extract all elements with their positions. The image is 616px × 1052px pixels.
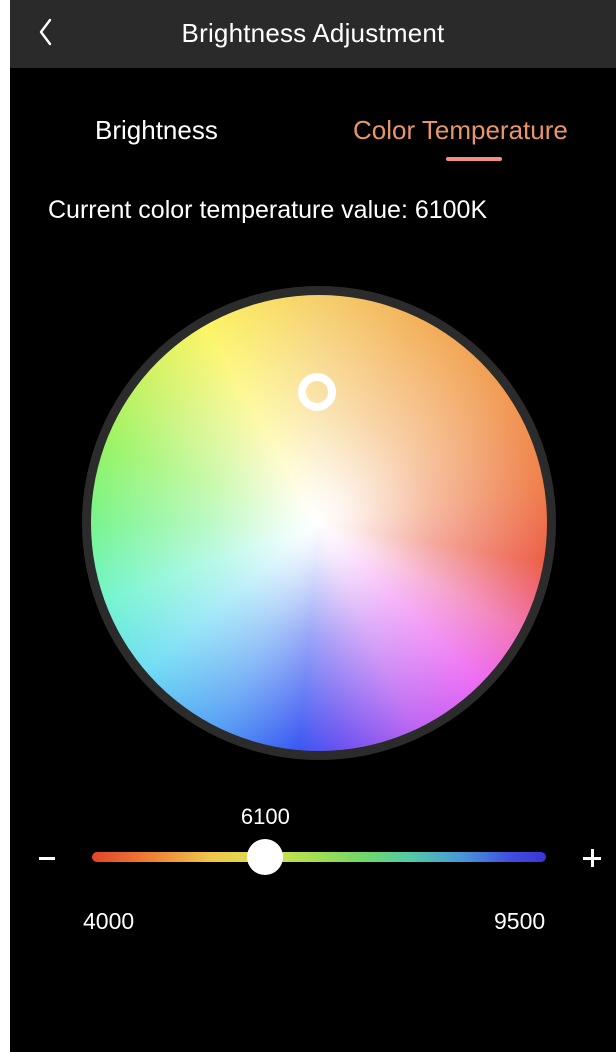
page-title: Brightness Adjustment bbox=[181, 18, 445, 48]
color-wheel[interactable] bbox=[91, 295, 547, 751]
increase-button[interactable] bbox=[580, 845, 604, 871]
color-temperature-slider-track[interactable] bbox=[92, 852, 546, 862]
slider-min-label: 4000 bbox=[83, 908, 135, 934]
tab-color-temperature[interactable]: Color Temperature bbox=[353, 108, 568, 152]
back-button[interactable] bbox=[30, 12, 70, 56]
ring-handle-icon[interactable] bbox=[298, 373, 336, 411]
slider-thumb[interactable] bbox=[247, 839, 284, 875]
color-wheel-center-glow bbox=[91, 295, 547, 751]
tab-brightness[interactable]: Brightness bbox=[95, 108, 218, 152]
slider-max-label: 9500 bbox=[494, 908, 546, 934]
minus-icon bbox=[39, 857, 55, 860]
color-temperature-readout: Current color temperature value: 6100K bbox=[48, 196, 488, 224]
navigation-bar: Brightness Adjustment bbox=[10, 0, 616, 68]
chevron-left-icon bbox=[39, 18, 52, 46]
active-tab-indicator bbox=[446, 157, 502, 161]
app-screen: Brightness Adjustment Brightness Color T… bbox=[10, 0, 616, 1052]
slider-value-label: 6100 bbox=[240, 804, 290, 829]
decrease-button[interactable] bbox=[36, 845, 60, 871]
